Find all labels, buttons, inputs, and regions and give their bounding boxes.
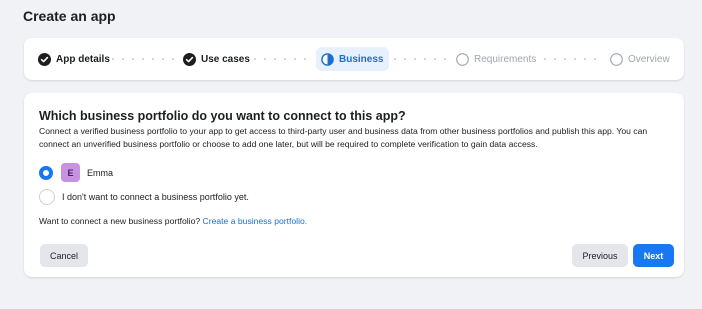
step-overview[interactable]: Overview	[610, 47, 670, 71]
step-label: Overview	[628, 53, 670, 65]
portfolio-option-none[interactable]: I don't want to connect a business portf…	[39, 189, 249, 205]
step-label: App details	[56, 53, 110, 65]
new-portfolio-prompt: Want to connect a new business portfolio…	[39, 216, 307, 226]
option-label: Emma	[87, 167, 114, 178]
check-circle-icon	[38, 52, 51, 66]
cancel-button[interactable]: Cancel	[40, 244, 88, 267]
empty-circle-icon	[456, 52, 469, 66]
step-connector	[250, 58, 312, 60]
new-portfolio-text: Want to connect a new business portfolio…	[39, 216, 201, 226]
option-label: I don't want to connect a business portf…	[62, 192, 249, 202]
progress-stepper: App details Use cases Business Requireme…	[24, 38, 684, 80]
step-use-cases[interactable]: Use cases	[183, 47, 250, 71]
question-description: Connect a verified business portfolio to…	[39, 126, 648, 149]
step-label: Requirements	[474, 53, 537, 65]
portfolio-option-emma[interactable]: E Emma	[39, 163, 113, 182]
step-connector	[390, 58, 450, 60]
question-title: Which business portfolio do you want to …	[39, 109, 406, 123]
step-app-details[interactable]: App details	[38, 47, 110, 71]
step-label: Business	[339, 53, 384, 65]
step-connector	[108, 58, 178, 60]
check-circle-icon	[183, 52, 196, 66]
step-connector	[540, 58, 604, 60]
next-button[interactable]: Next	[633, 244, 674, 267]
previous-button[interactable]: Previous	[572, 244, 628, 267]
create-portfolio-link[interactable]: Create a business portfolio.	[203, 216, 308, 226]
half-circle-icon	[321, 52, 334, 66]
radio-unselected[interactable]	[39, 189, 55, 205]
business-portfolio-card: Which business portfolio do you want to …	[24, 93, 684, 277]
page-title: Create an app	[23, 8, 116, 24]
step-requirements[interactable]: Requirements	[456, 47, 536, 71]
step-business[interactable]: Business	[316, 47, 390, 71]
empty-circle-icon	[610, 52, 623, 66]
avatar: E	[61, 163, 80, 182]
radio-selected[interactable]	[39, 165, 53, 180]
step-label: Use cases	[201, 53, 250, 65]
